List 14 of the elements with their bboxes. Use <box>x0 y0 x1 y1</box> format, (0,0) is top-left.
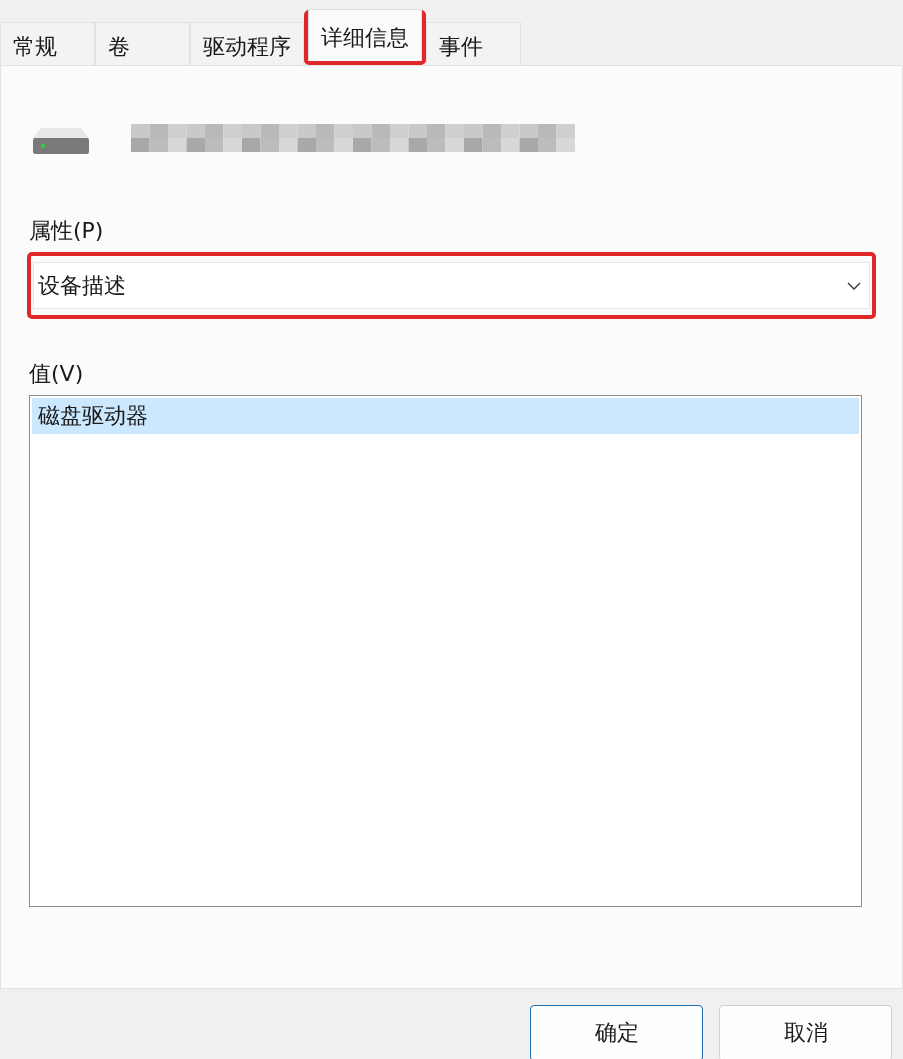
ok-button[interactable]: 确定 <box>530 1005 703 1059</box>
tab[interactable]: 事件 <box>426 22 521 65</box>
list-item[interactable]: 磁盘驱动器 <box>32 398 859 434</box>
drive-icon <box>31 126 91 156</box>
tab[interactable]: 卷 <box>95 22 190 65</box>
dropdown-value: 设备描述 <box>38 271 126 300</box>
tab[interactable]: 详细信息 <box>308 9 422 61</box>
property-label: 属性(P) <box>29 217 105 245</box>
tab[interactable]: 常规 <box>0 22 95 65</box>
chevron-down-icon <box>847 281 861 290</box>
tab[interactable]: 驱动程序 <box>190 22 304 65</box>
cancel-button[interactable]: 取消 <box>719 1005 892 1059</box>
value-label: 值(V) <box>29 360 85 388</box>
property-dropdown[interactable]: 设备描述 <box>33 262 870 309</box>
